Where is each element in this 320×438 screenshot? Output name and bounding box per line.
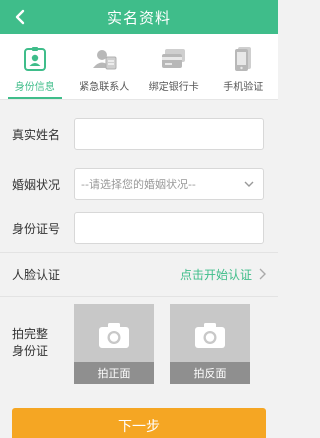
app-header: 实名资料 xyxy=(0,0,278,34)
back-button[interactable] xyxy=(8,0,32,34)
id-front-upload[interactable]: 拍正面 xyxy=(74,304,154,384)
marital-placeholder: --请选择您的婚姻状况-- xyxy=(81,178,196,191)
divider xyxy=(0,252,278,253)
face-auth-label: 人脸认证 xyxy=(12,267,61,282)
marital-select[interactable]: --请选择您的婚姻状况-- xyxy=(74,168,264,200)
id-number-label: 身份证号 xyxy=(12,221,61,236)
contacts-icon xyxy=(91,46,117,72)
tab-phone-verification[interactable]: 手机验证 xyxy=(209,34,279,99)
bank-card-icon xyxy=(161,46,187,72)
id-badge-icon xyxy=(22,46,48,72)
tab-label: 手机验证 xyxy=(223,82,264,93)
chevron-down-icon xyxy=(244,181,254,187)
tab-label: 身份信息 xyxy=(14,82,55,93)
start-face-auth-link[interactable]: 点击开始认证 xyxy=(180,254,266,294)
id-back-upload[interactable]: 拍反面 xyxy=(170,304,250,384)
id-back-caption: 拍反面 xyxy=(170,362,250,384)
marital-label: 婚姻状况 xyxy=(12,177,61,192)
face-auth-row: 人脸认证 点击开始认证 xyxy=(0,254,278,294)
id-front-caption: 拍正面 xyxy=(74,362,154,384)
tab-label: 绑定银行卡 xyxy=(148,82,199,93)
phone-icon xyxy=(230,46,256,72)
tab-identity-info[interactable]: 身份信息 xyxy=(0,34,70,99)
name-input[interactable] xyxy=(74,118,264,150)
page-title: 实名资料 xyxy=(106,8,171,27)
tab-label: 紧急联系人 xyxy=(79,82,130,93)
camera-icon xyxy=(99,323,129,348)
start-face-auth-text: 点击开始认证 xyxy=(179,267,252,282)
id-photo-label: 拍完整身份证 xyxy=(12,327,49,358)
name-label: 真实姓名 xyxy=(12,127,61,142)
next-step-button[interactable]: 下一步 xyxy=(12,408,266,438)
camera-icon xyxy=(195,323,225,348)
name-row: 真实姓名 xyxy=(0,112,278,156)
step-tabs: 身份信息 紧急联系人 绑定银行卡 手机验证 xyxy=(0,34,278,100)
tab-emergency-contact[interactable]: 紧急联系人 xyxy=(70,34,140,99)
id-number-row: 身份证号 xyxy=(0,206,278,250)
id-photo-section: 拍完整身份证 拍正面 拍反面 xyxy=(0,300,278,388)
id-number-input[interactable] xyxy=(74,212,264,244)
tab-bind-bank-card[interactable]: 绑定银行卡 xyxy=(139,34,209,99)
divider xyxy=(0,296,278,297)
chevron-left-icon xyxy=(15,9,25,25)
marital-row: 婚姻状况 --请选择您的婚姻状况-- xyxy=(0,162,278,206)
chevron-right-icon xyxy=(259,268,266,280)
